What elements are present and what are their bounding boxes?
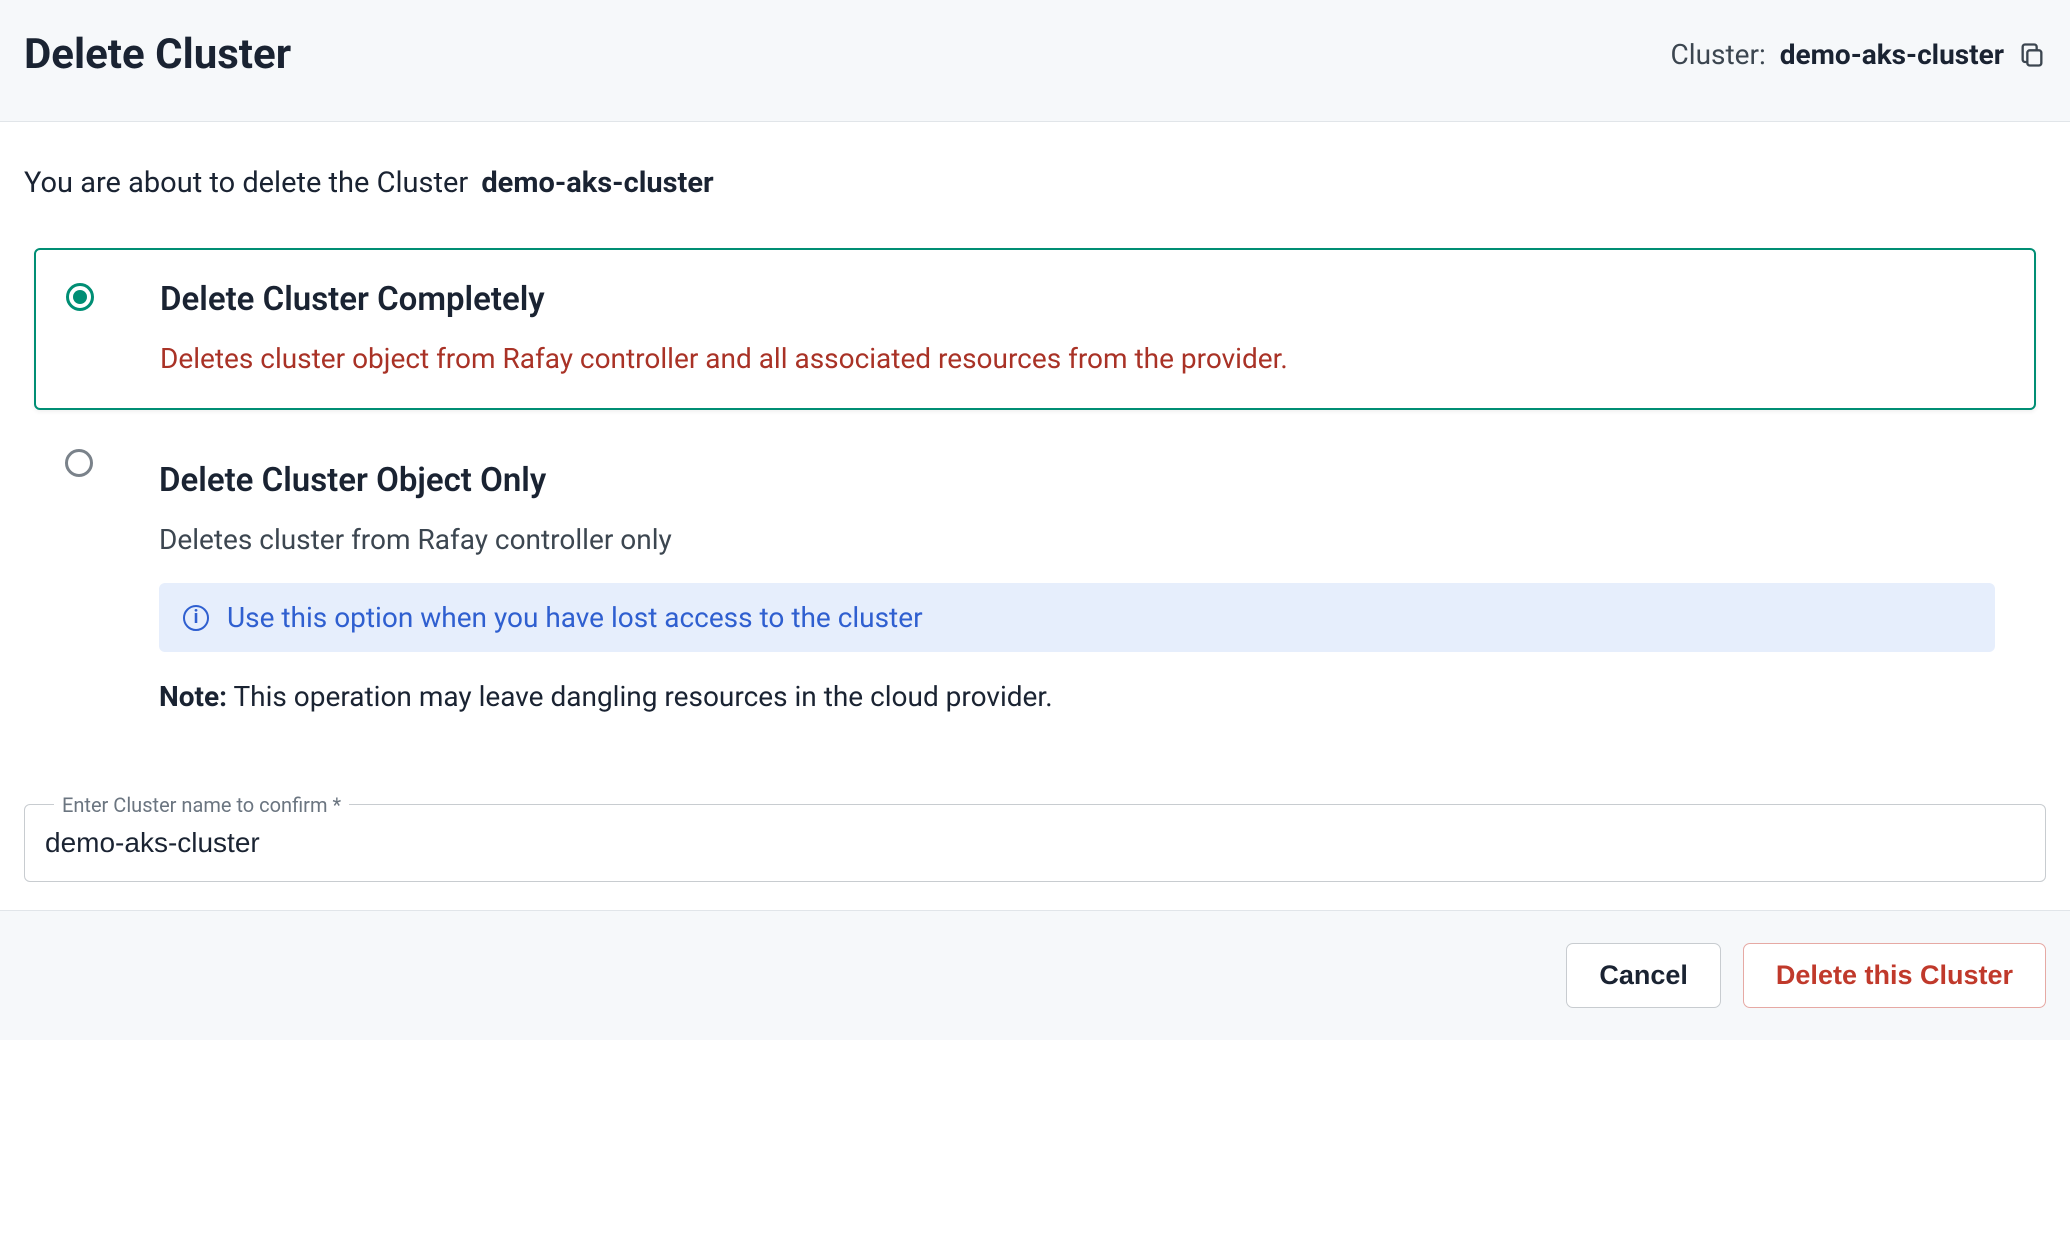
note: Note: This operation may leave dangling … [159,680,1995,713]
dialog-header: Delete Cluster Cluster: demo-aks-cluster [0,0,2070,122]
note-label: Note: [159,680,227,713]
copy-icon[interactable] [2018,41,2046,69]
dialog-footer: Cancel Delete this Cluster [0,910,2070,1040]
intro-text: You are about to delete the Cluster demo… [24,166,2046,200]
cancel-button[interactable]: Cancel [1566,943,1721,1008]
note-text: This operation may leave dangling resour… [227,680,1053,713]
cluster-info: Cluster: demo-aks-cluster [1671,38,2046,71]
option-desc: Deletes cluster from Rafay controller on… [159,520,1995,559]
option-title: Delete Cluster Object Only [159,461,1995,500]
option-desc: Deletes cluster object from Rafay contro… [160,339,1994,378]
confirm-field: Enter Cluster name to confirm * [24,804,2046,882]
cluster-label: Cluster: [1671,38,1766,71]
intro-prefix: You are about to delete the Cluster [24,166,468,200]
dialog-body: You are about to delete the Cluster demo… [0,122,2070,910]
info-icon: i [183,605,209,631]
cluster-name: demo-aks-cluster [1780,38,2004,71]
radio-delete-completely[interactable] [66,283,94,311]
option-title: Delete Cluster Completely [160,280,1994,319]
info-text: Use this option when you have lost acces… [227,601,923,634]
confirm-label: Enter Cluster name to confirm * [54,793,349,817]
page-title: Delete Cluster [24,30,291,79]
option-delete-object-only[interactable]: Delete Cluster Object Only Deletes clust… [34,430,2036,744]
radio-delete-object-only[interactable] [65,449,93,477]
option-delete-completely[interactable]: Delete Cluster Completely Deletes cluste… [34,248,2036,410]
delete-button[interactable]: Delete this Cluster [1743,943,2046,1008]
info-bar: i Use this option when you have lost acc… [159,583,1995,652]
intro-cluster-name: demo-aks-cluster [481,166,713,200]
